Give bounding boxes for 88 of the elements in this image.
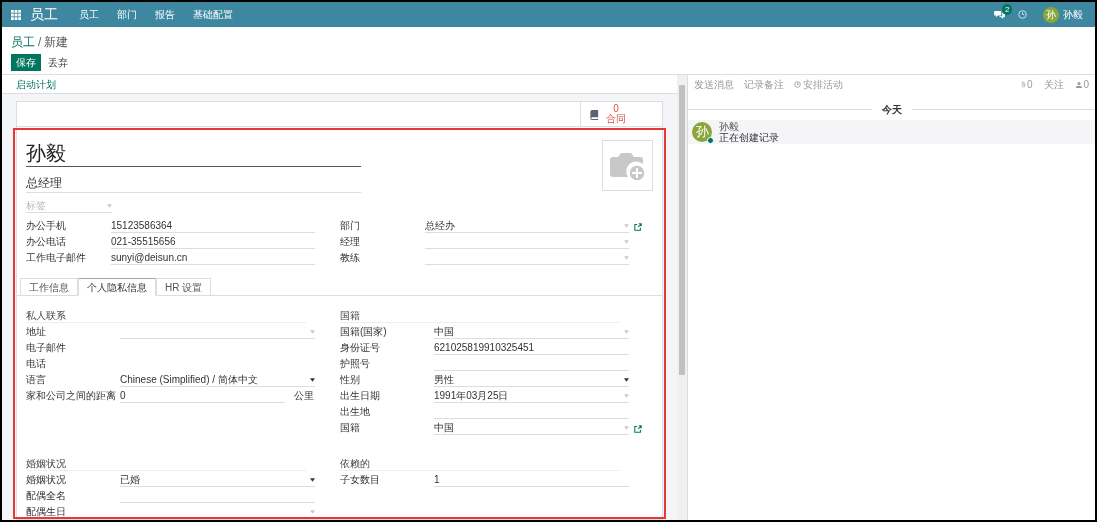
menu-item[interactable]: 报告 — [155, 7, 175, 22]
field-label: 电子邮件 — [26, 341, 67, 355]
field-label: 配偶生日 — [26, 505, 67, 519]
field-label: 身份证号 — [340, 341, 381, 355]
caret-icon — [310, 509, 315, 514]
caret-icon — [310, 329, 315, 334]
caret-icon — [624, 377, 629, 382]
section-title: 私人联系 — [26, 310, 306, 323]
dropdown-field[interactable]: 总经办 — [425, 219, 629, 233]
caret-icon — [310, 477, 315, 482]
field-label: 配偶全名 — [26, 489, 67, 503]
dropdown-field[interactable]: 中国 — [434, 421, 629, 435]
caret-icon — [624, 239, 629, 244]
menu-item[interactable]: 员工 — [79, 7, 99, 22]
app-menu-icon[interactable] — [11, 9, 21, 20]
save-button[interactable]: 保存 — [11, 54, 41, 71]
message-count-badge: 2 — [1002, 4, 1013, 15]
field-label: 性别 — [340, 373, 361, 387]
caret-icon — [624, 393, 629, 398]
external-link-icon[interactable] — [634, 425, 642, 433]
dropdown-field[interactable]: 中国 — [434, 325, 629, 339]
app-title[interactable]: 员工 — [30, 4, 58, 25]
field-label: 婚姻状况 — [26, 473, 67, 487]
field-label: 地址 — [26, 325, 47, 339]
field-label: 出生日期 — [340, 389, 381, 403]
section-title: 国籍 — [340, 310, 620, 323]
field-label: 国籍 — [340, 421, 361, 435]
dropdown-field[interactable]: 1991年03月25日 — [434, 389, 629, 403]
breadcrumb-current: 新建 — [44, 34, 69, 50]
status-bar-button[interactable]: 启动计划 — [16, 76, 56, 92]
scrollbar[interactable] — [677, 75, 688, 520]
breadcrumb-link[interactable]: 员工 — [11, 34, 35, 50]
field-label: 护照号 — [340, 357, 371, 371]
input-field[interactable]: 0 — [120, 389, 285, 403]
dropdown-field[interactable]: 男性 — [434, 373, 629, 387]
dropdown-field[interactable]: Chinese (Simplified) / 简体中文 — [120, 373, 315, 387]
tab[interactable]: 个人隐私信息 — [78, 278, 156, 296]
field-label: 出生地 — [340, 405, 371, 419]
external-link-icon[interactable] — [634, 223, 642, 231]
date-separator: 今天 — [880, 102, 903, 117]
person-icon — [1076, 81, 1083, 88]
field-label: 电话 — [26, 357, 47, 371]
input-field[interactable]: 1 — [434, 473, 629, 487]
input-field[interactable]: 021-35515656 — [111, 235, 315, 249]
stat-label: 合同 — [606, 114, 626, 124]
unit-label: 公里 — [294, 389, 314, 403]
menu-item[interactable]: 部门 — [117, 7, 137, 22]
job-title-field[interactable]: 总经理 — [26, 175, 361, 193]
field-label: 教练 — [340, 251, 361, 265]
stat-value: 0 — [612, 104, 620, 114]
caret-icon — [624, 223, 629, 228]
section-title: 婚姻状况 — [26, 458, 306, 471]
author-avatar: 孙 — [692, 122, 712, 142]
input-field[interactable]: 15123586364 — [111, 219, 315, 233]
breadcrumb-separator: / — [38, 34, 42, 50]
clock-icon[interactable] — [1018, 10, 1027, 19]
chat-icon[interactable] — [994, 10, 1005, 19]
field-label: 子女数目 — [340, 473, 381, 487]
caret-icon — [624, 255, 629, 260]
photo-upload[interactable] — [602, 140, 653, 191]
tab[interactable]: HR 设置 — [156, 278, 212, 296]
field-label: 家和公司之间的距离 — [26, 389, 117, 403]
field-label: 经理 — [340, 235, 361, 249]
section-title: 依赖的 — [340, 458, 620, 471]
caret-icon — [107, 203, 112, 208]
input-field[interactable]: sunyi@deisun.cn — [111, 251, 315, 265]
employee-name-field[interactable]: 孙毅 — [26, 140, 361, 167]
caret-icon — [624, 329, 629, 334]
field-label: 语言 — [26, 373, 47, 387]
field-label: 办公手机 — [26, 219, 67, 233]
paperclip-icon — [1020, 81, 1026, 88]
book-icon — [589, 108, 600, 120]
field-label: 国籍(国家) — [340, 325, 388, 339]
message-author: 孙毅 — [719, 121, 740, 132]
menu-item[interactable]: 基础配置 — [193, 7, 233, 22]
caret-icon — [624, 425, 629, 430]
clock-icon — [794, 81, 801, 88]
tab[interactable]: 工作信息 — [20, 278, 78, 296]
discard-button[interactable]: 丢弃 — [41, 54, 75, 71]
field-label: 办公电话 — [26, 235, 67, 249]
field-label: 部门 — [340, 219, 361, 233]
input-field[interactable]: 621025819910325451 — [434, 341, 629, 355]
user-name[interactable]: 孙毅 — [1063, 7, 1083, 22]
message-body: 正在创建记录 — [719, 132, 779, 143]
caret-icon — [310, 377, 315, 382]
field-label: 工作电子邮件 — [26, 251, 87, 265]
stat-button[interactable]: 0 合同 — [580, 102, 662, 126]
dropdown-field[interactable]: 已婚 — [120, 473, 315, 487]
